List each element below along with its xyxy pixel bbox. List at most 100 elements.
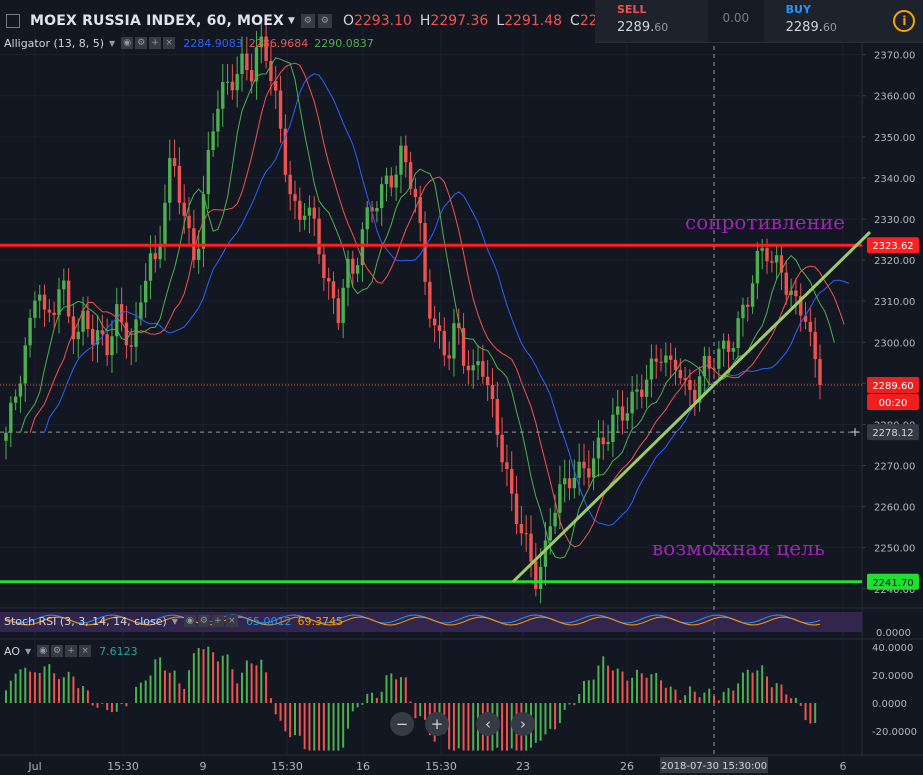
price-tick-label: 2310.00 [874,297,915,308]
candle-body [765,248,769,262]
candle-body [143,280,148,303]
candle-body [57,289,61,315]
candle-body [688,379,692,390]
candle-body [611,414,615,442]
close-icon[interactable]: × [79,645,92,657]
ao-legend[interactable]: AO ▼ ◉ ⚙ + × 7.6123 [0,643,138,659]
candle-body [196,248,201,260]
scroll-left-button[interactable]: ‹ [476,712,500,736]
candle-body [755,250,760,284]
candle-body [278,90,283,129]
ao-label[interactable]: AO [4,645,20,658]
candle-body [813,331,817,360]
candle-body [177,165,182,203]
candle-body [746,304,750,307]
candle-body [784,272,788,295]
candle-body [505,462,509,469]
eye-icon[interactable]: ◉ [121,37,134,49]
stoch-label[interactable]: Stoch RSI (3, 3, 14, 14, close) [4,615,167,628]
candle-body [640,389,644,397]
close-icon[interactable]: × [163,37,176,49]
candle-body [28,317,32,346]
alligator-teeth-value: 2286.9684 [248,36,309,50]
price-chart[interactable]: 0.0000 40.0000 20.0000 0.0000 -20.0000 2370.… [0,0,923,775]
candle-body [519,523,524,534]
time-tick-label: 16 [356,760,370,773]
candle-body [770,261,774,263]
eye-icon[interactable]: ◉ [37,645,50,657]
sell-label: SELL [617,3,647,16]
candle-body [563,478,567,485]
chart-background [0,0,923,775]
candle-body [606,441,610,445]
candle-body [230,81,235,91]
candle-body [163,202,167,244]
gear-icon[interactable]: ⚙ [317,14,332,28]
candle-body [447,355,451,359]
zoom-in-button[interactable]: + [425,712,449,736]
last-price-label: 2289.60 [872,381,913,392]
candle-body [668,355,673,360]
candle-body [312,207,316,219]
candle-body [9,402,13,433]
candle-body [86,310,90,330]
gear-icon[interactable]: ⚙ [135,37,148,49]
add-icon[interactable]: + [65,645,78,657]
candle-body [601,437,605,445]
ao-axis-label: -20.0000 [872,727,917,738]
gear-icon[interactable]: ⚙ [197,615,210,627]
scroll-right-button[interactable]: › [511,712,535,736]
candle-body [750,283,755,307]
candle-body [673,359,678,370]
price-tick-label: 2360.00 [874,92,915,103]
candle-body [485,376,490,386]
candle-body [538,566,543,589]
candle-body [466,365,471,371]
add-icon[interactable]: + [211,615,224,627]
eye-icon[interactable]: ◉ [183,615,196,627]
alligator-jaw-value: 2284.9083 [183,36,243,50]
collapse-toggle-icon[interactable] [6,14,20,28]
close-label: C [570,13,580,29]
candle-body [38,294,42,301]
alligator-label[interactable]: Alligator (13, 8, 5) [4,37,104,50]
candle-body [23,345,27,384]
candle-body [582,461,586,469]
info-button[interactable]: i [886,0,923,42]
candle-body [249,70,254,82]
resistance-annotation: сопротивление [685,210,845,234]
candle-body [327,278,331,282]
crosshair-time-label: 2018-07-30 15:30:00 [661,761,767,772]
candle-body [384,175,389,185]
chevron-down-icon[interactable]: ▼ [172,617,178,626]
symbol-title[interactable]: MOEX RUSSIA INDEX, 60, MOEX [30,13,284,29]
add-icon[interactable]: + [149,37,162,49]
settings-icon[interactable]: ⚙ [300,14,315,28]
ao-value: 7.6123 [99,644,138,658]
stoch-axis-label: 0.0000 [876,628,911,639]
high-label: H [419,13,431,29]
candle-body [245,53,249,71]
close-icon[interactable]: × [225,615,238,627]
alligator-legend[interactable]: Alligator (13, 8, 5) ▼ ◉ ⚙ + × 2284.9083… [0,35,374,51]
candle-body [567,478,572,489]
stoch-legend[interactable]: Stoch RSI (3, 3, 14, 14, close) ▼ ◉ ⚙ + … [0,613,343,629]
buy-label: BUY [785,3,811,16]
candle-body [307,207,312,216]
zoom-out-button[interactable]: − [390,712,414,736]
chevron-down-icon[interactable]: ▼ [109,39,115,48]
candle-body [437,325,442,331]
candle-body [129,345,133,347]
candle-body [225,81,230,83]
sell-button[interactable]: SELL 2289.60 [595,0,708,42]
candle-body [471,365,475,371]
buy-button[interactable]: BUY 2289.60 [764,0,886,42]
chevron-down-icon[interactable]: ▼ [288,16,295,26]
sell-price-frac: 60 [654,21,669,34]
support-price-label: 2241.70 [872,578,913,589]
chevron-down-icon[interactable]: ▼ [25,647,31,656]
candle-body [591,458,596,478]
candle-body [206,150,210,195]
resistance-price-label: 2323.62 [872,241,913,252]
gear-icon[interactable]: ⚙ [51,645,64,657]
